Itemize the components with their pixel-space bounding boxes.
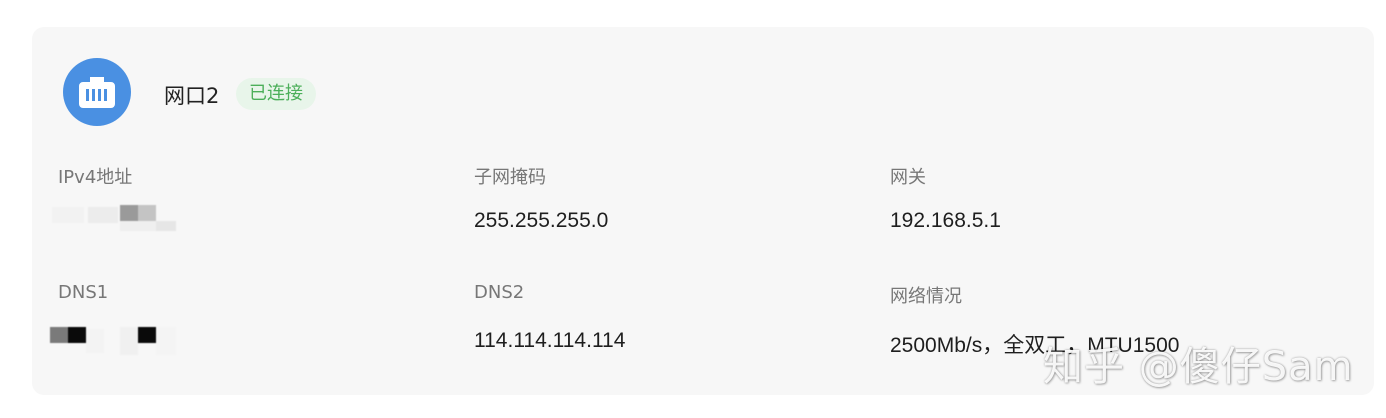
dns2-label: DNS2 (474, 282, 525, 303)
netmask-label: 子网掩码 (474, 167, 546, 188)
dns1-label: DNS1 (58, 282, 109, 303)
gateway-label: 网关 (890, 167, 926, 188)
connection-status-badge: 已连接 (236, 78, 316, 110)
ethernet-port-icon (63, 58, 131, 126)
netmask-value: 255.255.255.0 (474, 209, 609, 232)
watermark: 知乎 @傻仔Sam (1043, 344, 1354, 390)
network-status-label: 网络情况 (890, 286, 962, 307)
gateway-value: 192.168.5.1 (890, 209, 1001, 232)
ipv4-label: IPv4地址 (58, 167, 133, 188)
dns1-value-redacted (50, 323, 176, 357)
interface-name: 网口2 (164, 84, 220, 108)
ipv4-value-redacted (52, 203, 176, 231)
dns2-value: 114.114.114.114 (474, 329, 626, 352)
